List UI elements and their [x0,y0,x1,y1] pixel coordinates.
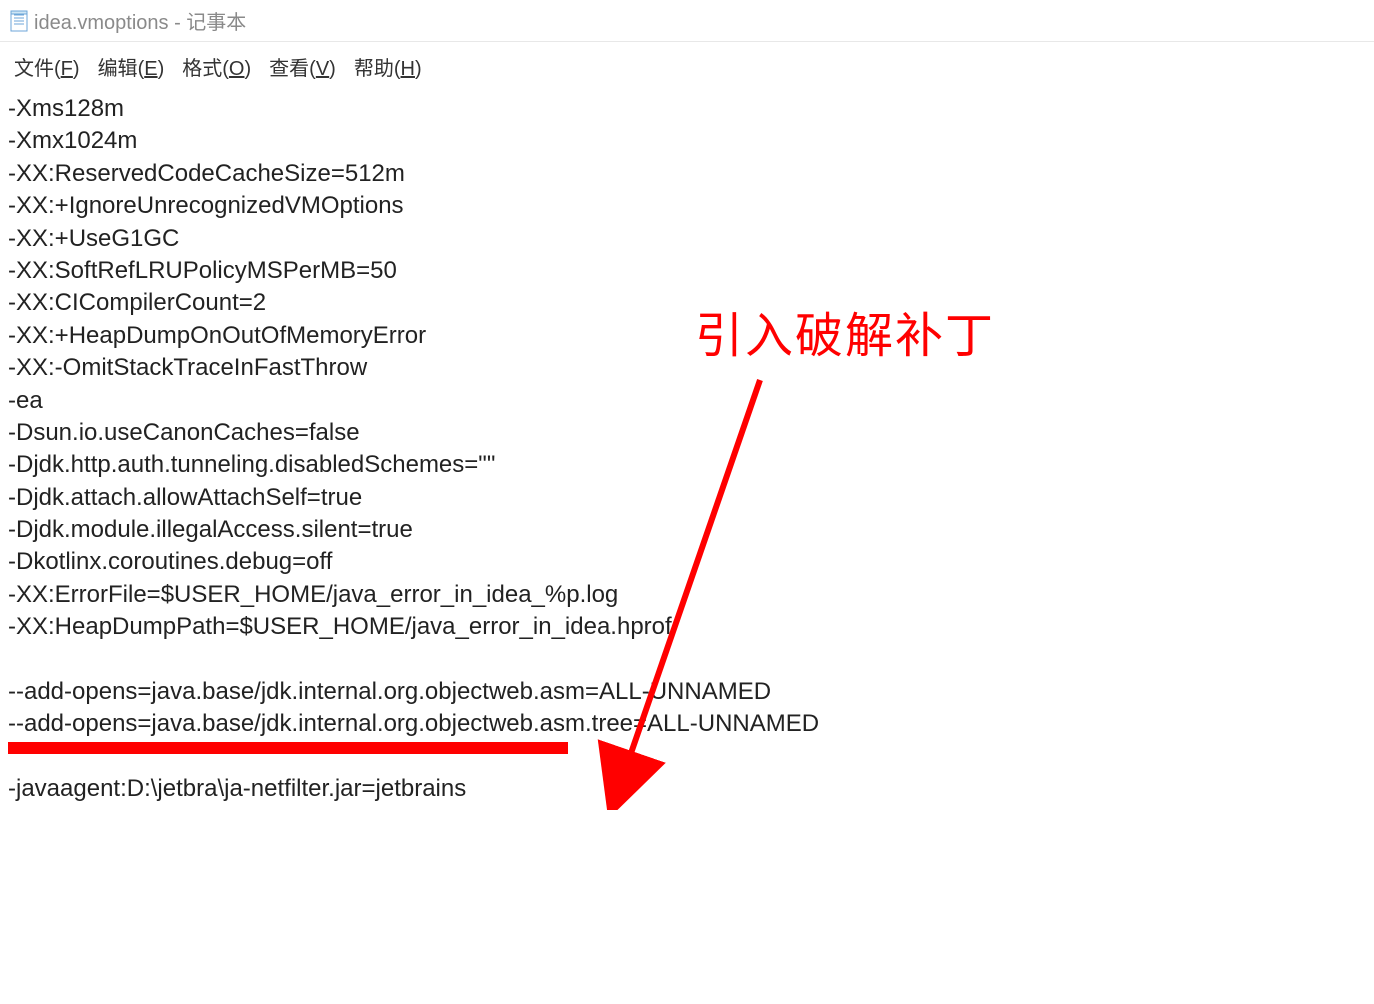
menu-edit[interactable]: 编辑(E) [94,50,169,83]
editor-content[interactable]: -Xms128m -Xmx1024m -XX:ReservedCodeCache… [0,91,1374,808]
menu-view[interactable]: 查看(V) [265,50,340,83]
menu-bar: 文件(F) 编辑(E) 格式(O) 查看(V) 帮助(H) [0,42,1374,91]
title-bar: idea.vmoptions - 记事本 [0,0,1374,42]
menu-help[interactable]: 帮助(H) [350,50,426,83]
annotation-label: 引入破解补丁 [695,296,995,366]
menu-format[interactable]: 格式(O) [178,50,255,83]
notepad-icon [10,10,28,32]
highlight-underline [8,742,568,754]
menu-file[interactable]: 文件(F) [10,50,84,83]
window-title: idea.vmoptions - 记事本 [34,6,246,35]
